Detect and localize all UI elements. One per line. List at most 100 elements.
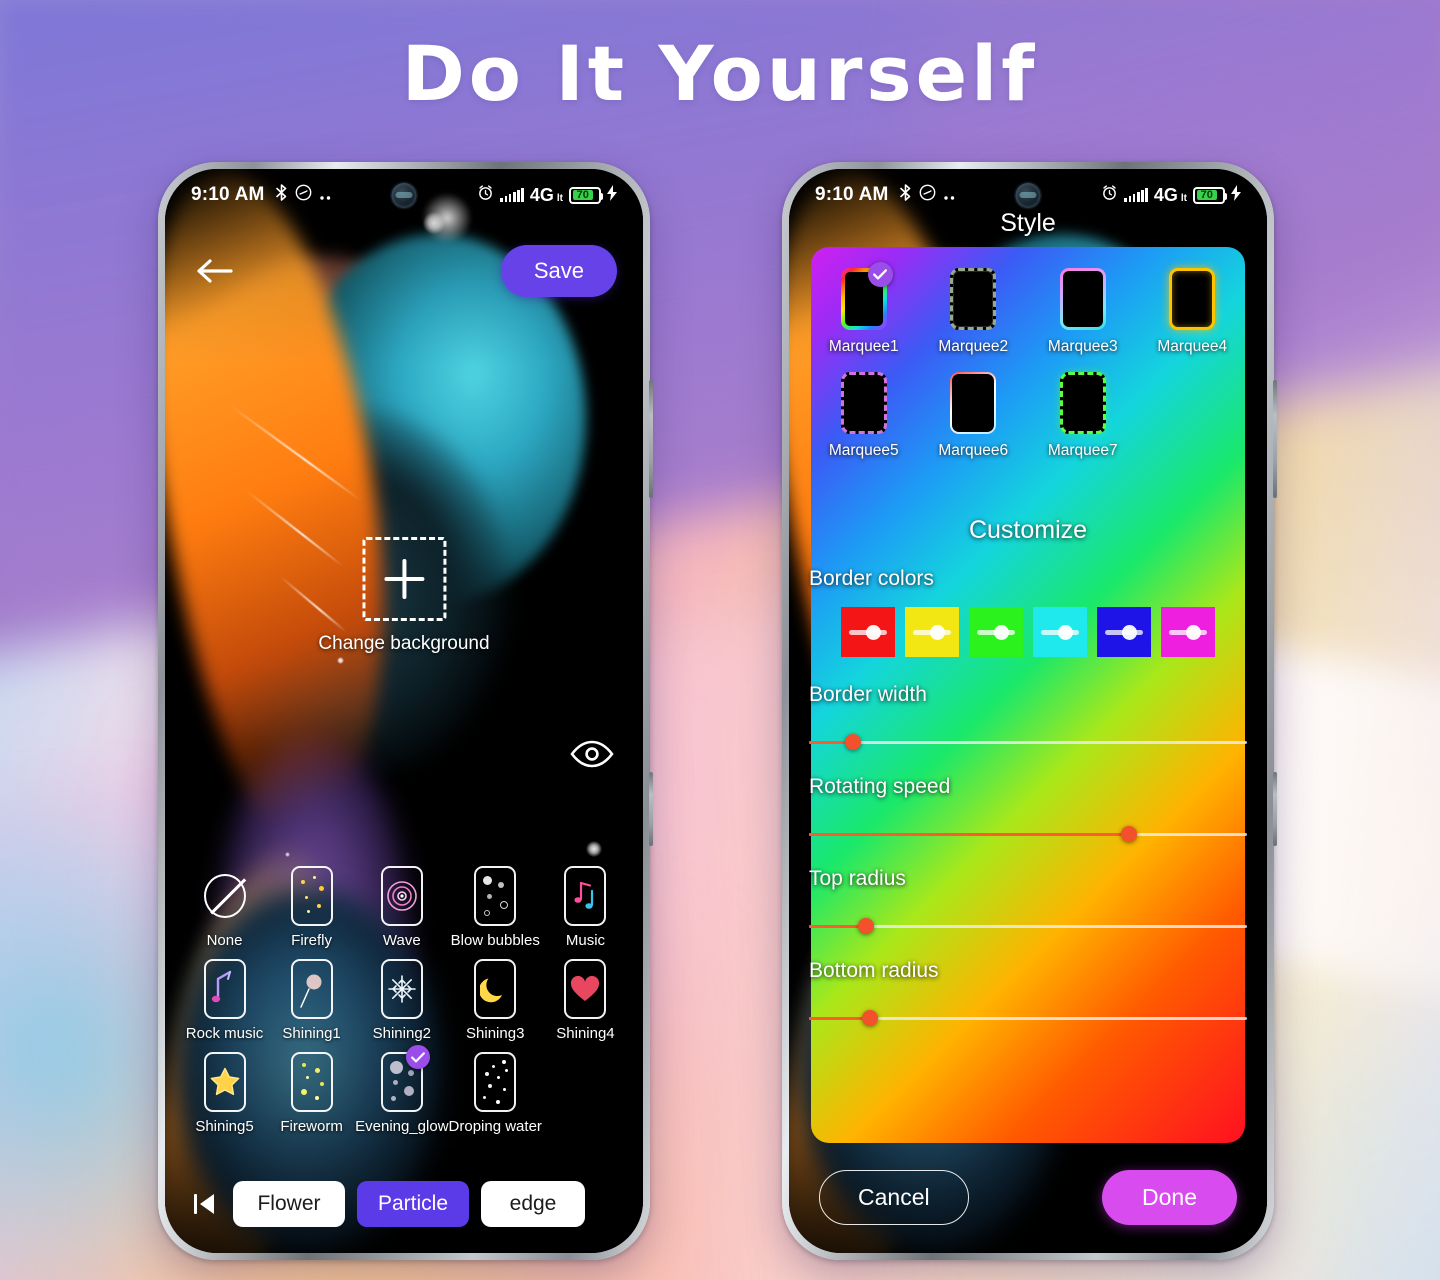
star-icon xyxy=(203,1052,246,1112)
tab-flower[interactable]: Flower xyxy=(233,1181,345,1227)
effect-item-fireworm[interactable]: Fireworm xyxy=(268,1052,355,1135)
effect-label: None xyxy=(206,932,243,949)
editor-top-bar: Save xyxy=(165,245,643,297)
color-swatch-red[interactable] xyxy=(841,607,895,657)
effect-item-firefly[interactable]: Firefly xyxy=(268,866,355,949)
page-title: Do It Yourself xyxy=(401,29,1039,118)
border-colors-label: Border colors xyxy=(809,567,934,590)
selected-check-badge xyxy=(405,1045,430,1069)
effect-item-droping-water[interactable]: Droping water xyxy=(449,1052,542,1135)
style-item-marquee5[interactable]: Marquee5 xyxy=(829,372,899,460)
effect-label: Shining3 xyxy=(466,1025,525,1042)
effect-item-shining2[interactable]: Shining2 xyxy=(355,959,448,1042)
network-sub-label: lt xyxy=(1180,193,1187,204)
network-sub-label: lt xyxy=(556,193,563,204)
fireworm-icon xyxy=(290,1052,333,1112)
effect-label: Fireworm xyxy=(280,1118,343,1135)
power-button[interactable] xyxy=(1273,772,1277,846)
bubbles-icon xyxy=(474,866,517,926)
front-camera xyxy=(391,183,417,208)
save-button[interactable]: Save xyxy=(500,245,617,297)
effect-label: Shining4 xyxy=(556,1025,615,1042)
cancel-button[interactable]: Cancel xyxy=(819,1170,969,1225)
rock-music-icon xyxy=(203,959,246,1019)
bluetooth-icon xyxy=(899,184,912,206)
marquee2-thumbnail xyxy=(950,268,997,330)
effect-item-shining3[interactable]: Shining3 xyxy=(449,959,542,1042)
style-label: Marquee7 xyxy=(1047,442,1118,459)
battery-level: 70 xyxy=(1200,188,1213,201)
back-button[interactable] xyxy=(191,248,237,294)
color-swatch-magenta[interactable] xyxy=(1161,607,1215,657)
effect-label: Evening_glow xyxy=(355,1118,449,1135)
status-bar: 9:10 AM 4G lt 70 xyxy=(165,169,643,221)
effect-item-music[interactable]: Music xyxy=(542,866,629,949)
color-swatch-green[interactable] xyxy=(969,607,1023,657)
eye-icon xyxy=(570,740,614,768)
style-item-marquee4[interactable]: Marquee4 xyxy=(1157,268,1227,356)
top-radius-label: Top radius xyxy=(809,867,906,890)
evening-glow-icon xyxy=(380,1045,430,1112)
top-radius-slider[interactable] xyxy=(809,918,1247,934)
effect-item-none[interactable]: None xyxy=(181,866,268,949)
phone-screen-left: 9:10 AM 4G lt 70 Save Change background … xyxy=(165,169,643,1253)
marquee3-thumbnail xyxy=(1060,268,1106,330)
rotating-speed-slider[interactable] xyxy=(809,826,1247,842)
front-camera xyxy=(1015,183,1041,208)
alarm-icon xyxy=(477,184,494,206)
color-swatch-yellow[interactable] xyxy=(905,607,959,657)
phone-screen-right: 9:10 AM 4G lt 70 Style Marquee1 Marquee2… xyxy=(789,169,1267,1253)
effect-label: Music xyxy=(565,932,606,949)
effect-item-wave[interactable]: Wave xyxy=(355,866,448,949)
effect-label: Shining2 xyxy=(372,1025,432,1042)
color-swatch-blue[interactable] xyxy=(1097,607,1151,657)
status-time: 9:10 AM xyxy=(191,184,265,205)
volume-button[interactable] xyxy=(1273,380,1277,498)
bottom-radius-label: Bottom radius xyxy=(809,959,939,982)
effect-item-evening-glow[interactable]: Evening_glow xyxy=(355,1045,449,1135)
volume-button[interactable] xyxy=(649,380,653,498)
effect-label: Firefly xyxy=(291,932,333,949)
effect-label: Shining5 xyxy=(195,1118,254,1135)
done-button[interactable]: Done xyxy=(1102,1170,1237,1225)
moon-icon xyxy=(474,959,517,1019)
bottom-radius-row: Bottom radius xyxy=(809,959,1247,1026)
charging-bolt-icon xyxy=(1231,184,1241,206)
do-not-disturb-icon xyxy=(295,184,312,206)
more-dots-icon xyxy=(319,185,333,206)
status-time: 9:10 AM xyxy=(815,184,889,205)
marquee1-thumbnail xyxy=(841,262,893,330)
style-item-marquee2[interactable]: Marquee2 xyxy=(938,268,1008,356)
effect-item-shining5[interactable]: Shining5 xyxy=(181,1052,268,1135)
style-grid: Marquee1 Marquee2 Marquee3 Marquee4 Marq… xyxy=(809,262,1247,460)
style-item-marquee3[interactable]: Marquee3 xyxy=(1048,268,1118,356)
effect-item-shining1[interactable]: Shining1 xyxy=(268,959,355,1042)
preview-button[interactable] xyxy=(569,739,615,774)
marquee7-thumbnail xyxy=(1059,372,1106,434)
effect-label: Droping water xyxy=(448,1118,542,1135)
marquee4-thumbnail xyxy=(1169,268,1216,330)
skip-previous-icon[interactable] xyxy=(187,1187,221,1221)
effect-label: Wave xyxy=(382,932,421,949)
bottom-radius-slider[interactable] xyxy=(809,1010,1247,1026)
effect-item-blow-bubbles[interactable]: Blow bubbles xyxy=(449,866,542,949)
bluetooth-icon xyxy=(275,184,288,206)
power-button[interactable] xyxy=(649,772,653,846)
border-width-slider[interactable] xyxy=(809,734,1247,750)
network-type-label: 4G xyxy=(529,184,554,205)
effect-item-rock-music[interactable]: Rock music xyxy=(181,959,268,1042)
style-label: Marquee3 xyxy=(1047,338,1118,355)
style-item-marquee6[interactable]: Marquee6 xyxy=(938,372,1008,460)
change-background-button[interactable]: Change background xyxy=(318,537,490,655)
style-item-marquee1[interactable]: Marquee1 xyxy=(829,262,899,356)
rotating-speed-label: Rotating speed xyxy=(809,775,951,798)
effect-item-shining4[interactable]: Shining4 xyxy=(542,959,629,1042)
color-swatch-cyan[interactable] xyxy=(1033,607,1087,657)
status-bar: 9:10 AM 4G lt 70 xyxy=(789,169,1267,221)
droping-water-icon xyxy=(474,1052,517,1112)
customize-section-title: Customize xyxy=(968,516,1088,544)
charging-bolt-icon xyxy=(607,184,617,206)
tab-edge[interactable]: edge xyxy=(481,1181,585,1227)
tab-particle[interactable]: Particle xyxy=(357,1181,469,1227)
style-item-marquee7[interactable]: Marquee7 xyxy=(1048,372,1118,460)
